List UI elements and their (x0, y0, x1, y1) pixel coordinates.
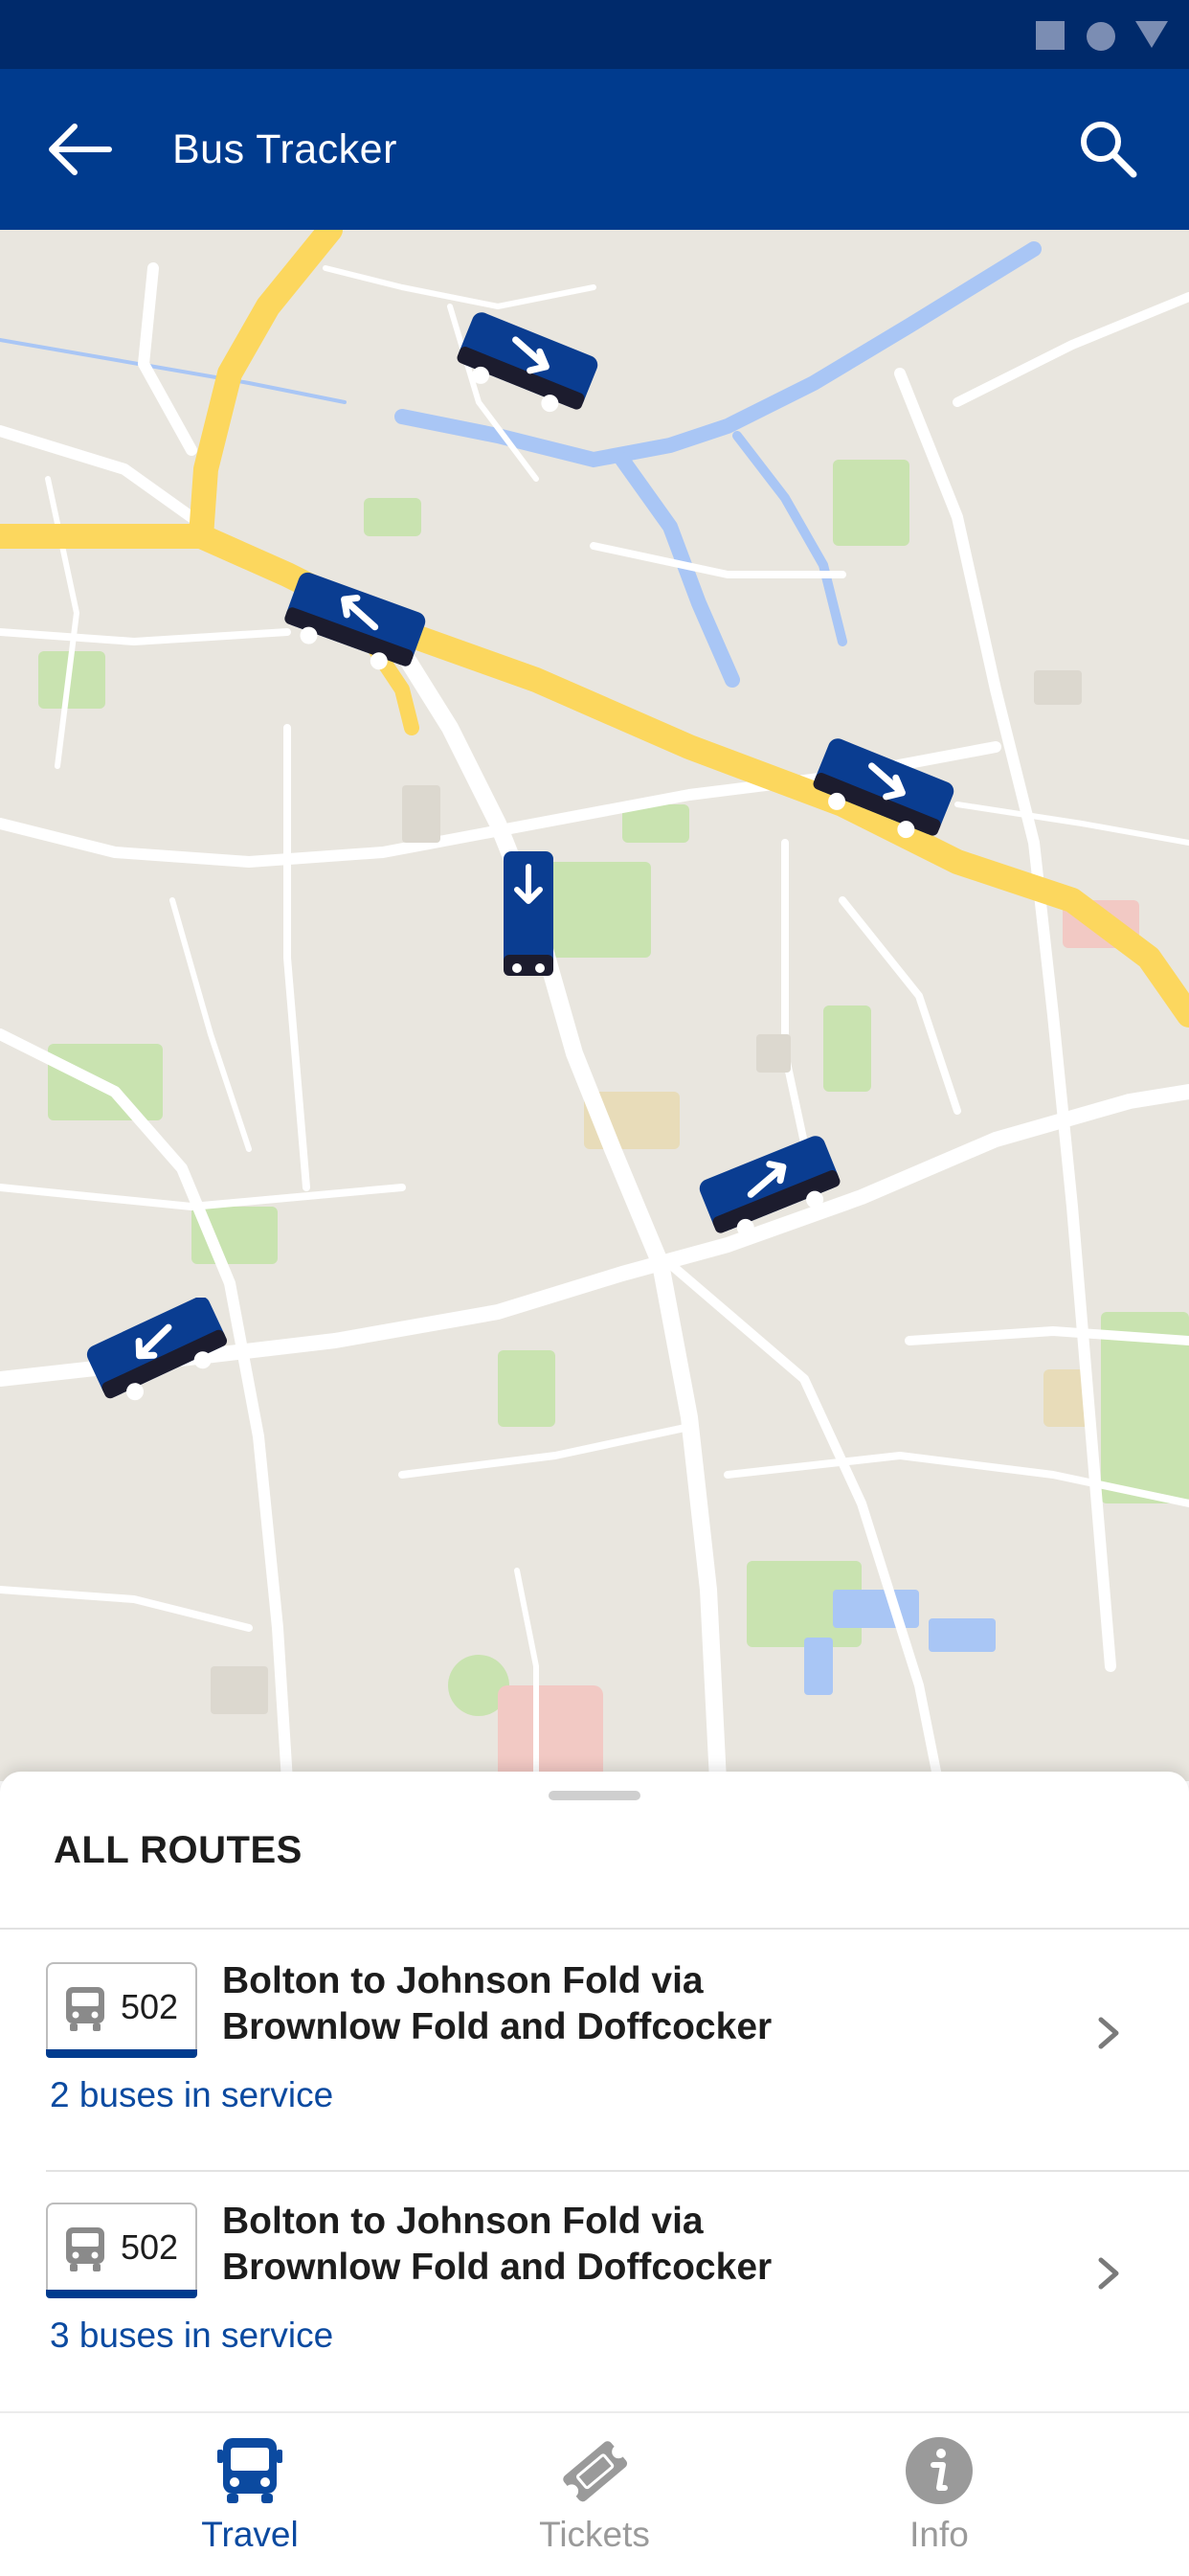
nav-label: Info (909, 2515, 969, 2554)
route-title: Bolton to Johnson Fold via Brownlow Fold… (222, 2199, 1026, 2291)
search-icon[interactable] (1078, 119, 1137, 178)
chevron-right-icon (1098, 2257, 1119, 2290)
bus-marker[interactable] (81, 1298, 235, 1403)
route-title-line: Brownlow Fold and Doffcocker (222, 2247, 773, 2288)
app-bar: Bus Tracker (0, 69, 1189, 230)
route-badge: 502 (46, 2203, 197, 2298)
ticket-icon (563, 2441, 628, 2502)
nav-item-travel[interactable]: Travel (52, 2413, 448, 2576)
route-number: 502 (121, 2227, 179, 2267)
arrow-left-icon[interactable] (46, 119, 113, 180)
square-icon (1036, 21, 1065, 50)
route-title-line: Brownlow Fold and Doffcocker (222, 2006, 773, 2047)
sheet-drag-handle[interactable] (549, 1791, 640, 1800)
route-number: 502 (121, 1987, 179, 2026)
route-list-item[interactable]: 502 Bolton to Johnson Fold via Brownlow … (0, 1930, 1189, 2171)
page-title: Bus Tracker (172, 126, 397, 172)
nav-item-tickets[interactable]: Tickets (396, 2413, 793, 2576)
bottom-navigation: Travel Tickets Info (0, 2411, 1189, 2576)
routes-bottom-sheet: ALL ROUTES 502 Bolton to Johnson Fold vi… (0, 1772, 1189, 2411)
bus-marker[interactable] (806, 737, 959, 843)
info-icon (906, 2437, 973, 2504)
route-color-stripe (46, 2049, 197, 2058)
buses-in-service: 2 buses in service (50, 2075, 334, 2114)
status-bar (0, 0, 1189, 69)
route-title-line: Bolton to Johnson Fold via (222, 2201, 704, 2242)
buses-in-service: 3 buses in service (50, 2316, 334, 2355)
chevron-right-icon (1098, 2017, 1119, 2049)
nav-label: Tickets (539, 2515, 650, 2554)
map-base (0, 230, 1189, 1781)
triangle-icon (1135, 21, 1168, 48)
route-list-item[interactable]: 502 Bolton to Johnson Fold via Brownlow … (0, 2170, 1189, 2411)
route-title-line: Bolton to Johnson Fold via (222, 1960, 704, 2001)
route-badge: 502 (46, 1962, 197, 2058)
route-color-stripe (46, 2290, 197, 2298)
bus-icon (217, 2438, 282, 2503)
map-view[interactable] (0, 230, 1189, 1781)
nav-label: Travel (201, 2515, 299, 2554)
bus-icon (66, 2227, 104, 2271)
route-title: Bolton to Johnson Fold via Brownlow Fold… (222, 1958, 1026, 2050)
bus-marker[interactable] (500, 847, 557, 982)
nav-item-info[interactable]: Info (741, 2413, 1137, 2576)
routes-heading: ALL ROUTES (54, 1829, 303, 1871)
bus-marker[interactable] (450, 311, 603, 417)
circle-icon (1087, 22, 1115, 51)
bus-marker[interactable] (694, 1135, 847, 1240)
bus-icon (66, 1987, 104, 2031)
bus-marker[interactable] (278, 570, 431, 675)
